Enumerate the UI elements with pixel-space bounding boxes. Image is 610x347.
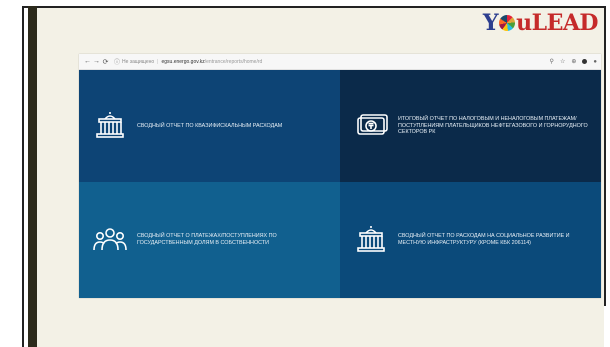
star-icon[interactable]: ☆ <box>560 58 565 65</box>
sdg-wheel-icon <box>499 15 516 31</box>
toolbar-actions: ⚲ ☆ ⊕ ● <box>550 58 597 66</box>
address-host[interactable]: egsu.energo.gov.kz <box>161 59 204 65</box>
tile-label: Итоговый отчет по налоговым и неналоговы… <box>398 116 588 136</box>
government-building-icon <box>96 112 124 138</box>
reload-button[interactable]: ⟳ <box>101 58 110 66</box>
report-tiles-grid: Сводный отчет по квазифискальным расхода… <box>79 70 601 298</box>
tile-tax-payments-oil-mining[interactable]: Итоговый отчет по налоговым и неналоговы… <box>340 70 601 182</box>
browser-window: ← → ⟳ ⓘ Не защищено | egsu.energo.gov.kz… <box>79 54 601 298</box>
government-building-icon <box>357 226 385 252</box>
extension-icon[interactable]: ⊕ <box>571 58 576 65</box>
tile-state-shares-payments[interactable]: Сводный отчет о платежах/поступлениях по… <box>79 182 340 298</box>
tile-label: Сводный отчет по расходам на социальное … <box>398 233 570 246</box>
slide-frame-right <box>604 6 606 306</box>
profile-icon[interactable] <box>582 59 588 64</box>
tile-quasi-fiscal-expenses[interactable]: Сводный отчет по квазифискальным расхода… <box>79 70 340 182</box>
youlead-logo: YuLEAD <box>482 10 599 36</box>
menu-icon[interactable]: ● <box>593 59 597 65</box>
slide-background-bottom <box>37 306 604 347</box>
zoom-icon[interactable]: ⚲ <box>550 58 554 65</box>
logo-y: Y <box>482 10 499 36</box>
logo-rest: uLEAD <box>516 10 598 36</box>
tile-social-infrastructure-expenses[interactable]: Сводный отчет по расходам на социальное … <box>340 182 601 298</box>
address-warning: Не защищено <box>122 58 155 65</box>
slide-frame-top <box>22 6 606 8</box>
back-button[interactable]: ← <box>83 58 92 65</box>
slide-frame-left <box>22 6 24 347</box>
address-separator: | <box>157 58 159 65</box>
people-group-icon <box>93 228 127 251</box>
forward-button[interactable]: → <box>92 58 101 65</box>
slide-left-bar <box>28 6 37 347</box>
tenge-banknote-icon <box>357 114 388 135</box>
address-path[interactable]: /entrance/reports/home/rd <box>205 59 263 65</box>
tile-label: Сводный отчет о платежах/поступлениях по… <box>137 233 277 246</box>
info-icon[interactable]: ⓘ <box>114 57 120 66</box>
tile-label: Сводный отчет по квазифискальным расхода… <box>137 122 283 129</box>
browser-toolbar: ← → ⟳ ⓘ Не защищено | egsu.energo.gov.kz… <box>79 54 601 70</box>
